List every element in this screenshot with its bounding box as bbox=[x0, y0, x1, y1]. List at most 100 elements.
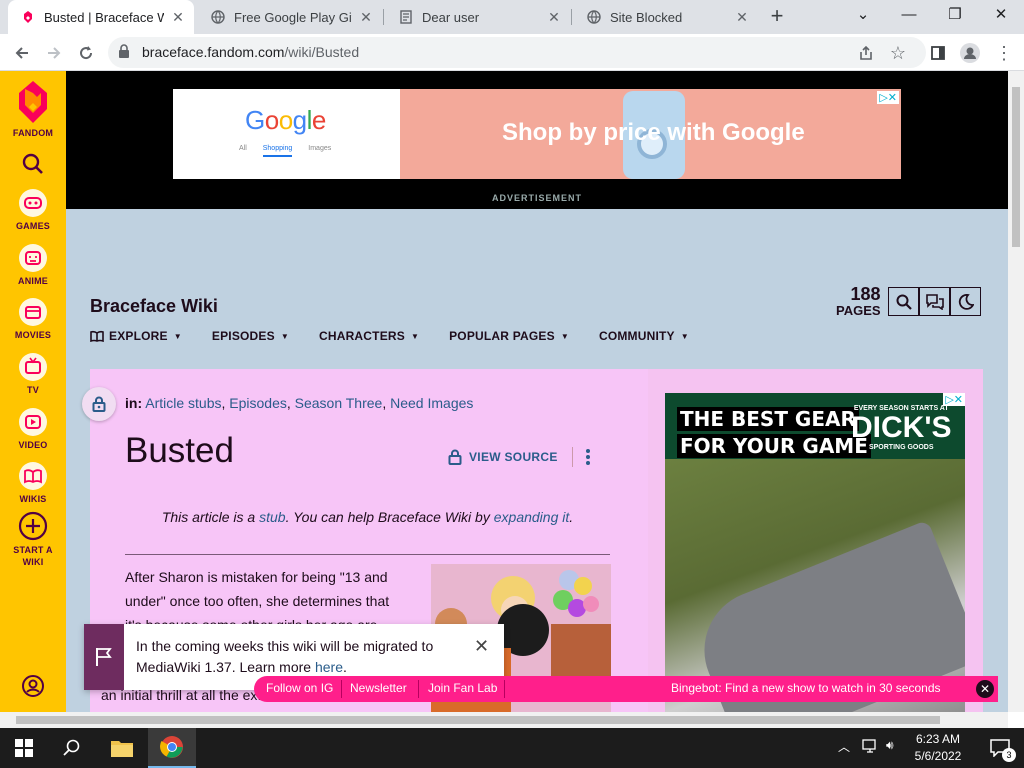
join-fan-lab-link[interactable]: Join Fan Lab bbox=[428, 681, 497, 695]
clock-date: 5/6/2022 bbox=[914, 749, 962, 763]
view-source-button[interactable]: VIEW SOURCE bbox=[448, 447, 591, 467]
folder-icon bbox=[111, 741, 133, 757]
bookmark-star-icon[interactable]: ☆ bbox=[884, 39, 912, 67]
menu-dots-icon[interactable]: ⋮ bbox=[990, 39, 1018, 67]
system-clock[interactable]: 6:23 AM 5/6/2022 bbox=[898, 731, 978, 765]
nav-episodes[interactable]: EPISODES ▼ bbox=[212, 329, 289, 343]
wiki-search-button[interactable] bbox=[888, 287, 919, 316]
rail-item-games[interactable]: GAMES bbox=[0, 188, 66, 231]
bingebot-link[interactable]: Bingebot: Find a new show to watch in 30… bbox=[671, 681, 941, 695]
chrome-taskbar-button[interactable] bbox=[148, 728, 196, 768]
lock-icon bbox=[448, 449, 462, 465]
rail-item-label: GAMES bbox=[15, 221, 50, 231]
close-window-button[interactable]: ✕ bbox=[978, 0, 1024, 34]
ad-choices-icon[interactable]: ▷✕ bbox=[943, 393, 965, 406]
rail-item-wikis[interactable]: WIKIS bbox=[0, 461, 66, 504]
close-tab-icon[interactable]: ✕ bbox=[358, 9, 374, 25]
network-icon[interactable] bbox=[862, 738, 880, 757]
stub-link[interactable]: stub bbox=[259, 509, 285, 525]
share-icon[interactable] bbox=[852, 39, 880, 67]
category-link[interactable]: Season Three bbox=[295, 395, 383, 411]
new-tab-button[interactable]: + bbox=[765, 5, 789, 29]
sidebar-ad[interactable]: THE BEST GEAR FOR YOUR GAME EVERY SEASON… bbox=[665, 393, 965, 712]
start-a-wiki-button[interactable]: START A WIKI bbox=[0, 511, 66, 568]
url-domain: braceface.fandom.com bbox=[142, 44, 285, 60]
nav-label: POPULAR PAGES bbox=[449, 329, 555, 343]
discussions-button[interactable] bbox=[919, 287, 950, 316]
close-notice-button[interactable]: ✕ bbox=[474, 636, 489, 657]
notice-link[interactable]: here bbox=[315, 659, 343, 675]
tab-busted[interactable]: Busted | Braceface Wiki | Fandom ✕ bbox=[8, 0, 194, 34]
tab-search-icon[interactable]: ⌄ bbox=[840, 0, 886, 34]
show-hidden-icons-button[interactable]: ︿ bbox=[838, 738, 850, 755]
divider bbox=[418, 680, 419, 698]
fandom-global-nav: FANDOM GAMES ANIME MOVIES TV VIDEO WIKIS… bbox=[0, 71, 66, 712]
close-footer-bar-button[interactable]: ✕ bbox=[976, 680, 994, 698]
games-icon bbox=[19, 189, 47, 217]
category-link[interactable]: Need Images bbox=[390, 395, 473, 411]
body-line: under" once too often, she determines th… bbox=[125, 593, 390, 609]
notification-center-button[interactable]: 3 bbox=[976, 728, 1024, 768]
address-bar[interactable]: braceface.fandom.com/wiki/Busted bbox=[108, 37, 926, 68]
profile-avatar-icon[interactable] bbox=[956, 39, 984, 67]
divider bbox=[125, 554, 610, 555]
tab-dear-user[interactable]: Dear user ✕ bbox=[386, 0, 570, 34]
back-button[interactable] bbox=[8, 39, 36, 67]
start-button[interactable] bbox=[0, 728, 48, 768]
rail-item-movies[interactable]: MOVIES bbox=[0, 297, 66, 340]
ad-brand: DICK'S bbox=[851, 411, 952, 444]
chevron-down-icon: ▼ bbox=[410, 331, 420, 341]
google-ad-tabs: All Shopping Images bbox=[239, 145, 345, 157]
top-banner-ad[interactable]: Google All Shopping Images Shop by price… bbox=[173, 89, 901, 179]
tab-site-blocked[interactable]: Site Blocked ✕ bbox=[574, 0, 758, 34]
account-button[interactable] bbox=[0, 674, 66, 701]
page-protection-button[interactable] bbox=[82, 387, 116, 421]
scrollbar-thumb[interactable] bbox=[16, 716, 940, 724]
advertisement-label: ADVERTISEMENT bbox=[491, 193, 582, 203]
theme-toggle-button[interactable] bbox=[950, 287, 981, 316]
stub-notice: This article is a stub. You can help Bra… bbox=[125, 509, 610, 525]
plus-circle-icon bbox=[18, 511, 48, 541]
fandom-logo[interactable]: FANDOM bbox=[0, 79, 66, 138]
category-link[interactable]: Episodes bbox=[229, 395, 287, 411]
wiki-name[interactable]: Braceface Wiki bbox=[90, 296, 218, 317]
side-panel-icon[interactable] bbox=[924, 39, 952, 67]
close-tab-icon[interactable]: ✕ bbox=[546, 9, 562, 25]
stub-text: . You can help Braceface Wiki by bbox=[285, 509, 494, 525]
file-explorer-button[interactable] bbox=[98, 728, 146, 768]
dicks-logo: EVERY SEASON STARTS AT DICK'S SPORTING G… bbox=[851, 405, 951, 451]
nav-explore[interactable]: EXPLORE ▼ bbox=[90, 329, 182, 343]
category-link[interactable]: Article stubs bbox=[145, 395, 221, 411]
rail-item-tv[interactable]: TV bbox=[0, 352, 66, 395]
rail-item-video[interactable]: VIDEO bbox=[0, 407, 66, 450]
divider bbox=[504, 680, 505, 698]
nav-community[interactable]: COMMUNITY ▼ bbox=[599, 329, 689, 343]
vertical-scrollbar[interactable] bbox=[1008, 71, 1024, 712]
close-tab-icon[interactable]: ✕ bbox=[170, 9, 186, 25]
rail-item-anime[interactable]: ANIME bbox=[0, 243, 66, 286]
categories-label: in: bbox=[125, 395, 143, 411]
minimize-button[interactable]: — bbox=[886, 0, 932, 34]
fandom-brand-label: FANDOM bbox=[12, 128, 54, 138]
volume-icon[interactable]: 🔊︎ bbox=[886, 738, 894, 753]
more-options-icon[interactable] bbox=[585, 448, 591, 466]
reload-button[interactable] bbox=[72, 39, 100, 67]
view-source-label: VIEW SOURCE bbox=[469, 450, 558, 464]
ad-choices-icon[interactable]: ▷✕ bbox=[877, 91, 899, 104]
lock-icon[interactable] bbox=[118, 44, 130, 63]
taskbar-search-button[interactable] bbox=[48, 728, 96, 768]
restore-button[interactable]: ❐ bbox=[932, 0, 978, 34]
expand-link[interactable]: expanding it bbox=[494, 509, 570, 525]
close-tab-icon[interactable]: ✕ bbox=[734, 9, 750, 25]
tab-google-play[interactable]: Free Google Play Gift Cards ✕ bbox=[198, 0, 382, 34]
horizontal-scrollbar[interactable] bbox=[0, 712, 1008, 728]
nav-characters[interactable]: CHARACTERS ▼ bbox=[319, 329, 419, 343]
newsletter-link[interactable]: Newsletter bbox=[350, 681, 407, 695]
search-button[interactable] bbox=[0, 153, 66, 178]
forward-button[interactable] bbox=[40, 39, 68, 67]
follow-on-ig-link[interactable]: Follow on IG bbox=[266, 681, 333, 695]
scrollbar-thumb[interactable] bbox=[1012, 87, 1020, 247]
rail-item-label: VIDEO bbox=[18, 440, 48, 450]
nav-popular-pages[interactable]: POPULAR PAGES ▼ bbox=[449, 329, 569, 343]
divider bbox=[571, 447, 573, 467]
